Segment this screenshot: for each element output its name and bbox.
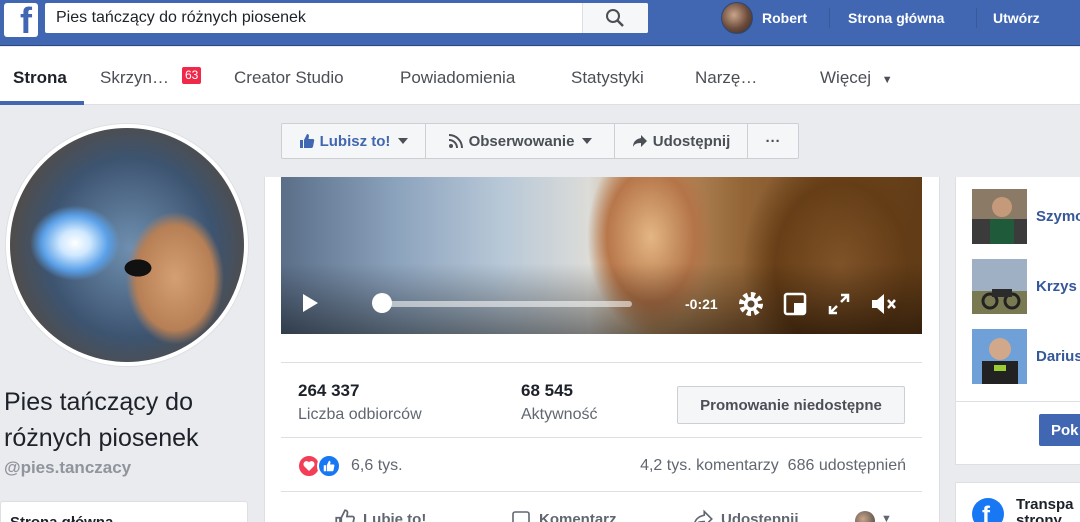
comment-button[interactable]: Komentarz [511, 509, 617, 522]
follow-button[interactable]: Obserwowanie [425, 123, 615, 159]
page-transparency-title-line2: strony [1016, 512, 1062, 522]
like-page-button[interactable]: Lubisz to! [281, 123, 426, 159]
comment-icon [512, 511, 530, 522]
chevron-down-icon: ▼ [881, 74, 893, 86]
shares-count[interactable]: 686 udostępnień [788, 457, 906, 474]
page-navigation: Strona Skrzyn… 63 Creator Studio Powiado… [0, 47, 1080, 105]
video-progress-bar[interactable] [377, 301, 632, 307]
divider [976, 8, 977, 28]
more-options-button[interactable]: ··· [747, 123, 799, 159]
create-link[interactable]: Utwórz [993, 10, 1040, 26]
page-transparency-card: f Transpa strony [955, 482, 1080, 522]
search-icon [606, 9, 624, 27]
left-menu: Strona główna [0, 501, 248, 522]
comments-shares-summary: 4,2 tys. komentarzy 686 udostępnień [640, 457, 906, 475]
facebook-logo-icon[interactable]: f [4, 3, 38, 39]
profile-link[interactable]: Robert [762, 10, 807, 26]
friend-photo[interactable] [972, 189, 1027, 244]
divider [281, 437, 922, 438]
video-scrubber-handle[interactable] [372, 293, 393, 313]
time-remaining: -0:21 [685, 296, 718, 312]
active-tab-indicator [0, 101, 84, 105]
share-post-button[interactable]: Udostępnij [693, 509, 799, 522]
home-link[interactable]: Strona główna [848, 10, 944, 26]
search-box [45, 3, 648, 33]
follow-label: Obserwowanie [468, 132, 575, 150]
left-menu-item-home[interactable]: Strona główna [10, 514, 113, 522]
friend-photo[interactable] [972, 329, 1027, 384]
page-transparency-title[interactable]: Transpa strony [1016, 497, 1074, 522]
share-post-label: Udostępnij [721, 510, 799, 522]
like-post-button[interactable]: Lubię to! [335, 509, 426, 522]
left-column: Pies tańczący do różnych piosenek @pies.… [0, 106, 263, 522]
tab-inbox[interactable]: Skrzyn… [100, 68, 169, 88]
post-as-avatar[interactable] [855, 511, 875, 522]
inbox-count-badge: 63 [182, 67, 202, 84]
share-arrow-icon [694, 509, 713, 522]
tab-page[interactable]: Strona [13, 68, 67, 88]
comment-label: Komentarz [539, 510, 617, 522]
tab-more[interactable]: Więcej ▼ [820, 68, 893, 88]
like-reaction-icon [317, 454, 341, 478]
divider [829, 8, 830, 28]
friend-name[interactable]: Darius [1036, 348, 1080, 365]
tab-notifications[interactable]: Powiadomienia [400, 68, 515, 88]
friend-photo[interactable] [972, 259, 1027, 314]
poke-button[interactable]: Pok [1039, 414, 1080, 446]
divider [956, 401, 1080, 402]
gear-icon[interactable] [737, 290, 765, 318]
tab-more-label: Więcej [820, 68, 872, 87]
divider [281, 362, 922, 363]
video-player[interactable]: -0:21 [281, 177, 922, 334]
poke-label: Pok [1051, 422, 1079, 439]
reactions-count[interactable]: 6,6 tys. [351, 457, 403, 475]
chevron-down-icon [582, 138, 593, 144]
share-page-button[interactable]: Udostępnij [614, 123, 748, 159]
page-title: Pies tańczący do różnych piosenek [4, 388, 199, 452]
picture-in-picture-icon[interactable] [783, 292, 807, 316]
divider [281, 491, 922, 492]
top-navigation-bar: f Robert Strona główna Utwórz [0, 0, 1080, 46]
friend-name[interactable]: Szymo [1036, 208, 1080, 225]
like-page-label: Lubisz to! [319, 132, 391, 150]
search-input[interactable] [45, 3, 585, 33]
search-button[interactable] [582, 3, 648, 33]
comments-count[interactable]: 4,2 tys. komentarzy [640, 457, 779, 474]
main-column: -0:21 264 337 Liczba odbiorców 68 545 Ak… [264, 177, 940, 522]
chevron-down-icon [398, 138, 409, 144]
fullscreen-icon[interactable] [827, 292, 851, 316]
reach-value: 264 337 [298, 381, 360, 400]
rss-feed-icon [448, 134, 463, 149]
tab-creator-studio[interactable]: Creator Studio [234, 68, 344, 88]
mute-icon[interactable] [869, 290, 899, 318]
reactions-summary[interactable] [297, 454, 345, 480]
page-username[interactable]: @pies.tanczacy [4, 458, 131, 478]
like-post-label: Lubię to! [363, 510, 427, 522]
play-icon[interactable] [303, 294, 318, 312]
chevron-down-icon[interactable]: ▼ [881, 513, 892, 522]
user-avatar[interactable] [721, 2, 753, 34]
tab-tools[interactable]: Narzę… [695, 68, 757, 88]
share-arrow-icon [632, 135, 647, 147]
engagement-label: Aktywność [521, 406, 598, 423]
reach-label: Liczba odbiorców [298, 406, 422, 423]
thumbs-up-icon [299, 134, 314, 148]
facebook-logo-icon: f [972, 498, 1004, 522]
more-dots-icon: ··· [765, 132, 781, 150]
engagement-value: 68 545 [521, 381, 573, 400]
right-sidebar: Szymo Krzys Darius Pok [955, 177, 1080, 465]
tab-insights[interactable]: Statystyki [571, 68, 644, 88]
profile-picture[interactable] [6, 124, 248, 366]
page-transparency-title-line1: Transpa [1016, 496, 1074, 513]
thumbs-up-icon [335, 509, 355, 522]
promote-button[interactable]: Promowanie niedostępne [677, 386, 905, 424]
friend-name[interactable]: Krzys [1036, 278, 1077, 295]
share-page-label: Udostępnij [652, 132, 731, 150]
